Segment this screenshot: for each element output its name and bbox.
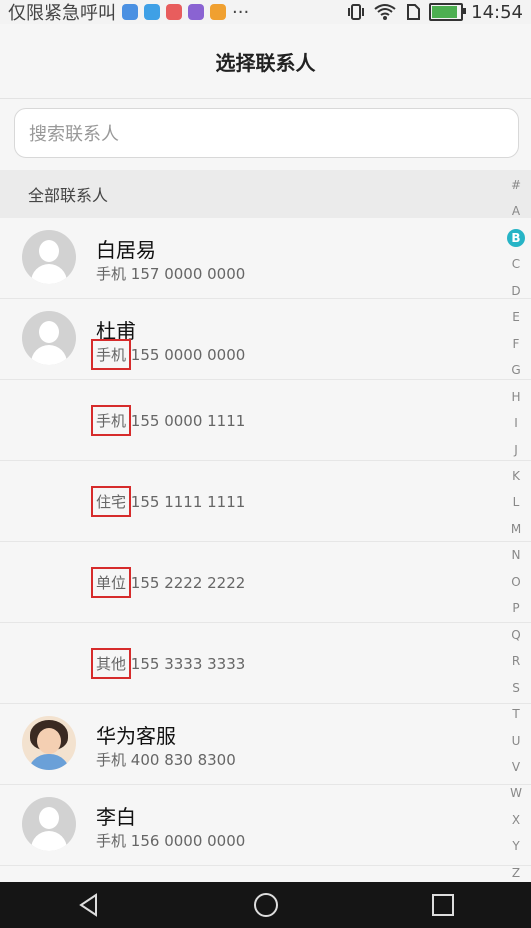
battery-icon [429,3,467,21]
index-letter[interactable]: O [507,573,525,591]
phone-number: 155 1111 1111 [130,493,246,511]
contact-row-huawei-service[interactable]: 华为客服 手机 400 830 8300 [0,704,531,785]
contact-phone: 其他 155 3333 3333 [90,648,246,679]
index-letter[interactable]: X [507,811,525,829]
contact-list: 白居易 手机 157 0000 0000 杜甫 手机 155 0000 0000… [0,218,531,866]
contact-phone: 手机 155 0000 0000 [90,339,246,370]
index-letter[interactable]: W [507,784,525,802]
search-input[interactable]: 搜索联系人 [14,108,519,158]
app-icon-2 [144,4,160,20]
index-letter[interactable]: D [507,282,525,300]
default-avatar-icon [22,311,76,365]
contact-phone: 手机 400 830 8300 [96,749,236,770]
contact-name: 李白 [96,805,136,829]
index-letter[interactable]: F [507,335,525,353]
index-letter[interactable]: V [507,758,525,776]
index-letter[interactable]: S [507,679,525,697]
contact-subrow-dufu-work[interactable]: 单位 155 2222 2222 [0,542,531,623]
contact-phone: 手机 155 0000 1111 [90,405,246,436]
phone-type: 手机 [90,339,132,370]
contact-phone: 单位 155 2222 2222 [90,567,246,598]
contact-phone: 住宅 155 1111 1111 [90,486,246,517]
back-button[interactable] [69,885,109,925]
index-letter[interactable]: J [507,441,525,459]
phone-type: 手机 [90,405,132,436]
app-icon-5 [210,4,226,20]
section-header: 全部联系人 [0,170,531,218]
recents-button[interactable] [423,885,463,925]
section-label: 全部联系人 [28,186,109,205]
contact-subrow-dufu-home[interactable]: 住宅 155 1111 1111 [0,461,531,542]
carrier-text: 仅限紧急呼叫 [8,3,116,24]
home-icon [253,893,278,917]
contact-name: 杜甫 [96,319,136,343]
index-letter[interactable]: Y [507,837,525,855]
clock: 14:54 [471,1,523,23]
index-letter[interactable]: L [507,493,525,511]
sim-icon [407,4,421,20]
recents-icon [431,894,454,916]
phone-number: 155 3333 3333 [130,655,246,673]
phone-number: 155 2222 2222 [130,574,246,592]
home-button[interactable] [246,885,286,925]
index-letter[interactable]: # [507,176,525,194]
index-letter[interactable]: T [507,705,525,723]
more-notifications: ··· [232,1,250,23]
default-avatar-icon [22,230,76,284]
contact-phone: 手机 156 0000 0000 [96,830,245,851]
index-letter[interactable]: M [507,520,525,538]
customer-service-avatar [22,716,76,770]
index-letter[interactable]: H [507,388,525,406]
index-letter[interactable]: Q [507,626,525,644]
index-letter[interactable]: P [507,599,525,617]
contact-row-baijuyi[interactable]: 白居易 手机 157 0000 0000 [0,218,531,299]
status-bar: 仅限紧急呼叫 ··· 14:54 [0,0,531,24]
phone-type: 手机 [96,265,127,283]
contact-phone: 手机 157 0000 0000 [96,263,245,284]
index-letter[interactable]: I [507,414,525,432]
default-avatar-icon [22,797,76,851]
phone-type: 手机 [96,832,127,850]
index-letter[interactable]: Z [507,864,525,882]
page-title: 选择联系人 [215,50,316,75]
contact-row-libai[interactable]: 李白 手机 156 0000 0000 [0,785,531,866]
index-letter[interactable]: N [507,546,525,564]
index-letter[interactable]: K [507,467,525,485]
index-letter[interactable]: R [507,652,525,670]
phone-number: 156 0000 0000 [130,832,246,850]
phone-number: 400 830 8300 [130,751,236,769]
phone-type: 手机 [96,751,127,769]
vibrate-icon [348,4,365,20]
index-letter[interactable]: C [507,255,525,273]
phone-type: 其他 [90,648,132,679]
app-icon-1 [122,4,138,20]
contact-name: 华为客服 [96,724,176,748]
back-icon [78,893,97,917]
contact-subrow-dufu-other[interactable]: 其他 155 3333 3333 [0,623,531,704]
app-icon-3 [166,4,182,20]
index-letter[interactable]: B [507,228,525,247]
index-letter[interactable]: E [507,308,525,326]
contact-name: 白居易 [96,238,156,262]
alphabet-index[interactable]: # A B C D E F G H I J K L M N O P Q R S T U V W X Y Z [501,176,531,882]
phone-type: 住宅 [90,486,132,517]
phone-number: 155 0000 1111 [130,412,246,430]
system-nav-bar [0,882,531,928]
contact-row-dufu[interactable]: 杜甫 手机 155 0000 0000 [0,299,531,380]
wifi-icon [374,4,396,20]
search-placeholder: 搜索联系人 [29,124,119,145]
app-icon-4 [188,4,204,20]
index-letter[interactable]: G [507,361,525,379]
phone-number: 155 0000 0000 [130,346,246,364]
index-letter[interactable]: U [507,732,525,750]
index-letter[interactable]: A [507,202,525,220]
title-bar: 选择联系人 [0,24,531,99]
contact-subrow-dufu-mobile[interactable]: 手机 155 0000 1111 [0,380,531,461]
phone-type: 单位 [90,567,132,598]
phone-number: 157 0000 0000 [130,265,246,283]
